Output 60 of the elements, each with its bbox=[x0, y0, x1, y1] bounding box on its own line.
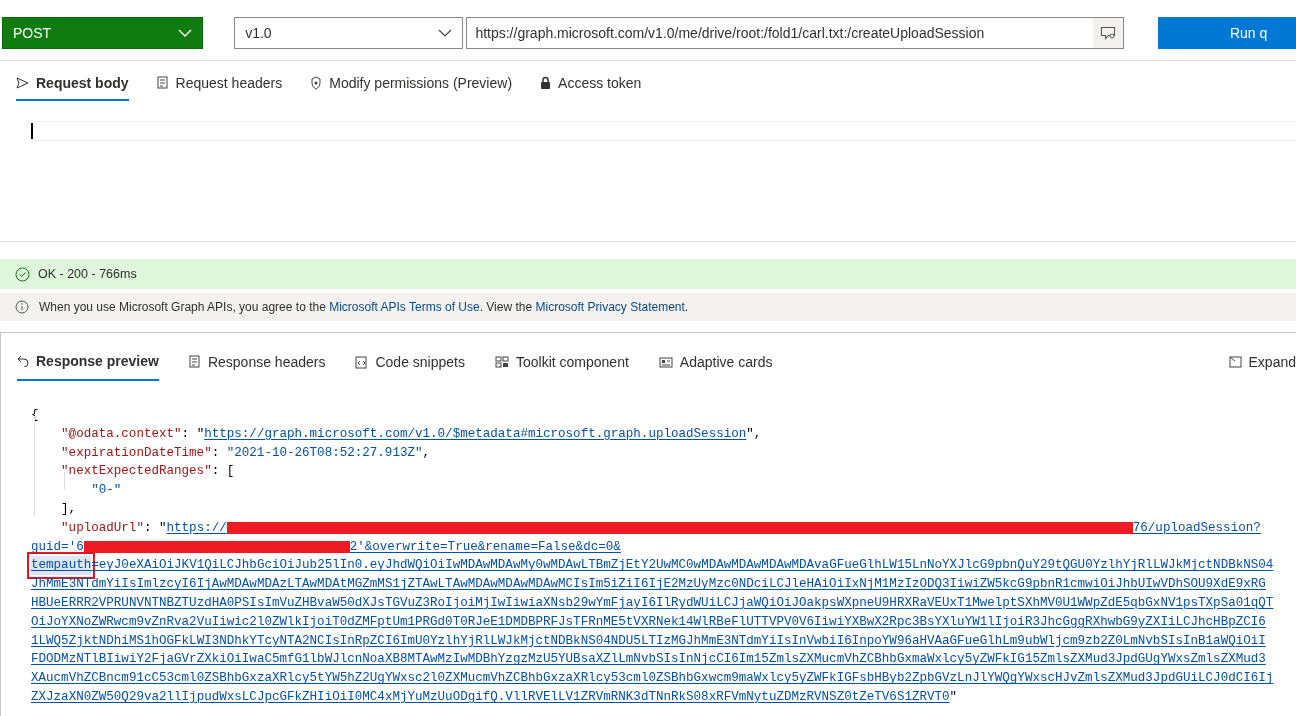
info-icon bbox=[15, 300, 29, 314]
code-punctuation: : bbox=[211, 444, 221, 462]
request-tab[interactable]: Modify permissions (Preview) bbox=[310, 75, 513, 101]
run-query-button[interactable]: Run q bbox=[1157, 17, 1296, 49]
url-link[interactable]: ZXJzaXN0ZW50Q29va2llIjpudWxsLCJpcGFkZHIiOiI0MC4xMjYuMzUuODgifQ.VllRVElLV1ZRVmRNK3dTNnRkS08xRFVmNytuZDMzRVNSZ0tZeTV6S1ZRVT0 bbox=[31, 687, 950, 707]
url-link[interactable]: 1LWQ5ZjktNDhiMS1hOGFkLWI3NDhkYTcyNTA2NCIsInRpZCI6ImU0YzlhYjRlLWJkMjctNDBkNS04NDU5LTIzMGJhMmE3NTdmYiIsInVwbiI6InpoYW96aHVAaGFueGlhLm9ubWljcm9zb2Z0LmNvbSIsInB1aWQiOiI bbox=[31, 631, 1266, 651]
json-key: "@odata.context" bbox=[61, 424, 182, 444]
grid-icon bbox=[495, 356, 509, 368]
response-tab[interactable]: Response headers bbox=[188, 353, 326, 381]
version-dropdown[interactable]: v1.0 bbox=[234, 17, 464, 49]
url-link[interactable]: OiJoYXNoZWRwcm9vZnRva2VuIiwic2l0ZWlkIjoiT0dZMFptUm1PRGd0T0RJeE1DMDBPRFJsTFRnME5tVXRNek14WlRBeFlUTTVPV0V6IiwiYXBwX2Rpc3BsYXluYW1lIjoiR3JhcGggRXhwbG9yZXIiLCJhcHBpZCI6 bbox=[31, 612, 1266, 632]
url-link[interactable]: JhMmE3NTdmYiIsImlzcyI6IjAwMDAwMDAzLTAwMDAtMGZmMS1jZTAwLTAwMDAwMDAwMDAwMCIsIm5iZiI6IjE2MzUyMzc0NDciLCJleHAiOiIxNjM1MzIzODQ3IiwiZW5kcG9pbnR1cmwiOiJhbUIwVDhSOU9XdE9xRG bbox=[31, 575, 1266, 594]
chevron-icon bbox=[438, 29, 453, 37]
json-string: "2021-10-26T08:52:27.913Z" bbox=[226, 444, 423, 462]
code-punctuation: : " bbox=[143, 519, 167, 537]
document-icon bbox=[156, 76, 169, 90]
url-link[interactable]: 76/uploadSession? bbox=[1132, 518, 1261, 538]
share-query-button[interactable] bbox=[1092, 18, 1123, 48]
url-link[interactable]: 2'&overwrite=True&rename=False&dc=0& bbox=[349, 537, 621, 557]
notice-link[interactable]: Microsoft Privacy Statement bbox=[535, 300, 685, 314]
code-punctuation: , bbox=[422, 444, 431, 462]
comment-icon bbox=[1099, 26, 1116, 40]
url-link[interactable]: guid='6 bbox=[31, 537, 84, 557]
json-key: "expirationDateTime" bbox=[61, 443, 212, 463]
request-tab[interactable]: Access token bbox=[540, 75, 642, 101]
url-link[interactable]: https://graph.microsoft.com/v1.0/$metadata#microsoft.graph.uploadSession bbox=[204, 424, 747, 444]
url-link[interactable]: XAucmVhZCBncm91cC53cml0ZSBhbGxzaXRlcy5tYW5hZ2UgYWxsc2l0ZXMucmVhZCBhbGxzaXRlcy53cml0ZSBhbGxwcm9maWxlcy5yZWFkIGFsbHByb2ZpbGVzLnJlYWQgYWxscHJvZmlsZXMud3JpdGUiLCJ0dCI6Ij bbox=[31, 669, 1274, 688]
clipboard-code-icon bbox=[355, 355, 369, 369]
response-tab[interactable]: Code snippets bbox=[355, 353, 465, 381]
json-key: "uploadUrl" bbox=[61, 518, 144, 538]
check-circle-icon bbox=[15, 266, 30, 282]
code-punctuation: : [ bbox=[211, 463, 235, 481]
url-field[interactable]: https://graph.microsoft.com/v1.0/me/drive/root:/fold1/carl.txt:/createUploadSession bbox=[466, 17, 1124, 49]
shield-icon bbox=[310, 76, 323, 90]
request-tab[interactable]: Request headers bbox=[156, 75, 283, 101]
code-punctuation: ", bbox=[746, 425, 762, 443]
method-dropdown[interactable]: POST bbox=[2, 17, 204, 49]
response-tab[interactable]: Response preview bbox=[17, 353, 159, 381]
code-punctuation: ], bbox=[61, 501, 77, 518]
expand-icon bbox=[1228, 356, 1242, 368]
expand-button[interactable]: Expand bbox=[1228, 353, 1296, 381]
url-link[interactable]: https:// bbox=[166, 518, 227, 538]
lock-icon bbox=[540, 76, 552, 90]
url-link[interactable]: FDODMzNTlBIiwiY2FjaGVrZXkiOiIwaC5mfG1lbWJlcnNoaXB8MTAwMzIwMDBhYzgzMzU5YUBsaXZlLmNvbSIsInNjcCI6Im15ZmlsZXMucmVhZCBhbGxmaWxlcy5yZWFkIG15ZmlsZXMud3JpdGUgYWxsZmlsZXMud3 bbox=[31, 650, 1266, 670]
notice-text: When you use Microsoft Graph APIs, you agree to the Microsoft APIs Terms of Use. View the Microsoft Privacy Statement. bbox=[39, 300, 689, 314]
url-link[interactable]: HBUeERRR2VPRUNVNTNBZTUzdHA0PSIsImVuZHBvaW50dXJsTGVuZ3RoIjoiMjIwIiwiaXNsb29wYmFjayI6IlRydWUiLCJjaWQiOiJOakpsWXpneU9HRXRaVEUxT1MwelptSXhMV0U1WWpZdE5qbGxNV1psTXpSa01qQT bbox=[31, 593, 1274, 613]
send-icon bbox=[16, 77, 29, 89]
document-icon bbox=[188, 355, 201, 369]
card-icon bbox=[658, 356, 673, 368]
code-punctuation: " bbox=[949, 688, 958, 706]
response-tab[interactable]: Adaptive cards bbox=[658, 353, 773, 381]
response-tab[interactable]: Toolkit component bbox=[495, 353, 629, 381]
json-key: "nextExpectedRanges" bbox=[61, 462, 212, 482]
chevron-icon bbox=[178, 29, 193, 37]
undo-arrow-icon bbox=[17, 355, 29, 367]
request-tab[interactable]: Request body bbox=[16, 75, 129, 101]
status-text: OK - 200 - 766ms bbox=[38, 267, 137, 281]
code-punctuation: : " bbox=[181, 425, 205, 443]
json-string: "0-" bbox=[91, 482, 122, 500]
notice-link[interactable]: Microsoft APIs Terms of Use bbox=[329, 300, 480, 314]
